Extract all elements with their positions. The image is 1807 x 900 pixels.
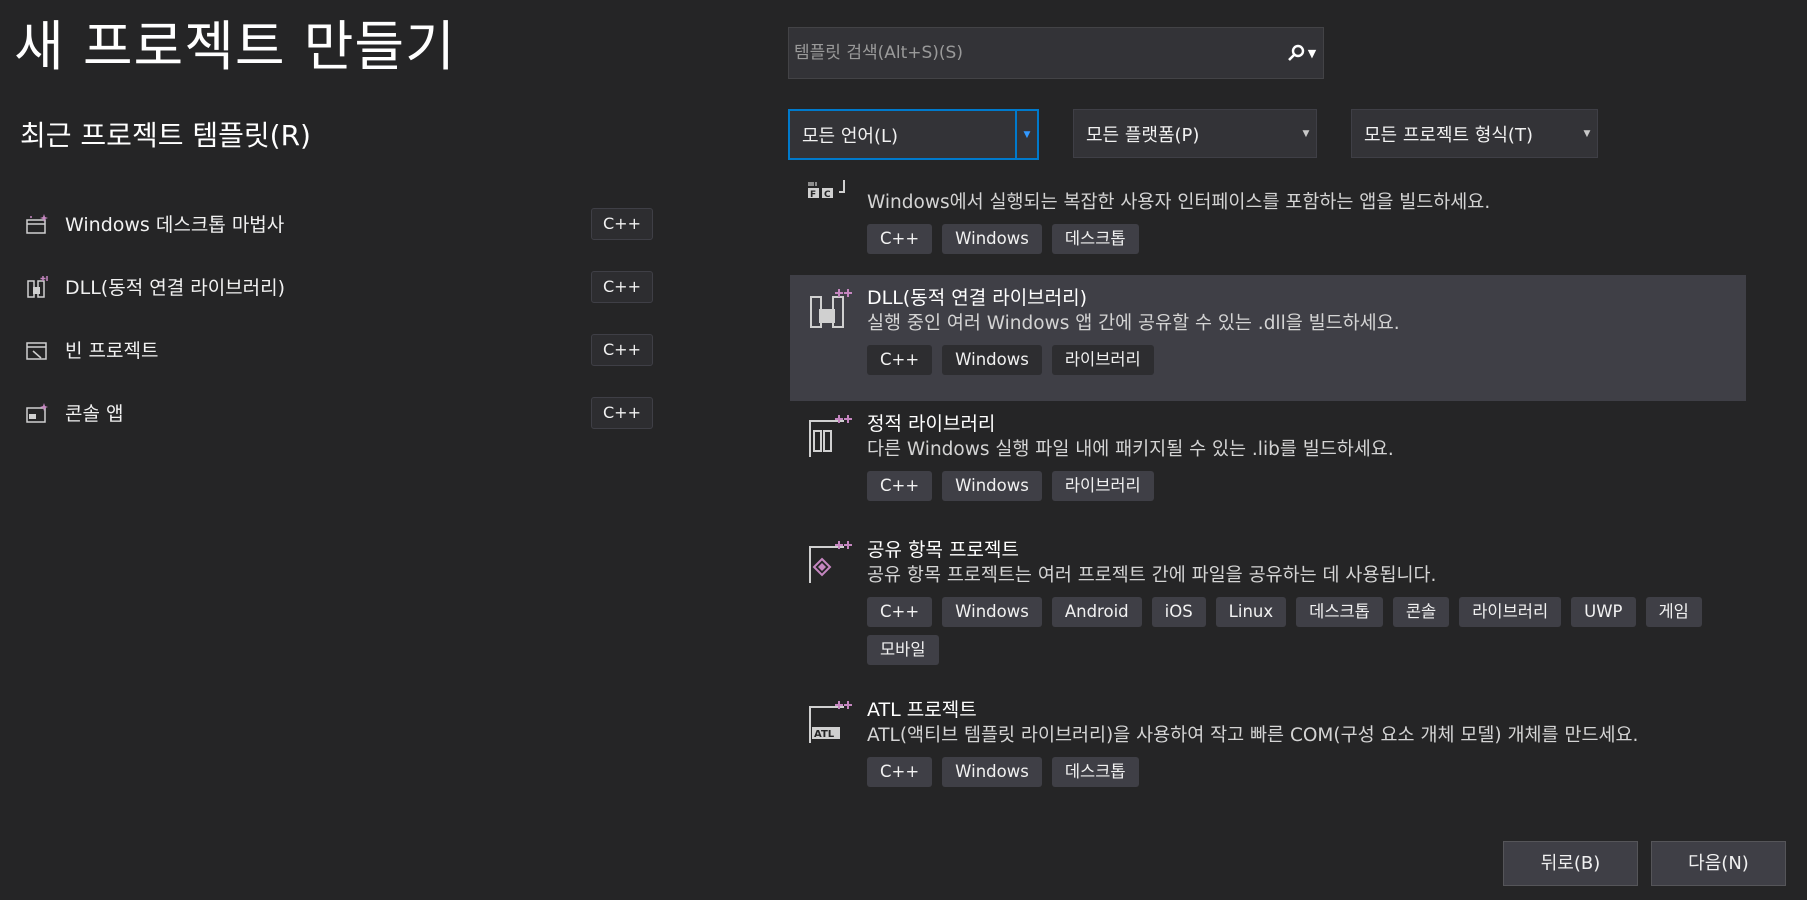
tag: C++ (867, 224, 933, 254)
language-tag: C++ (591, 270, 653, 303)
tag: Windows (942, 345, 1042, 375)
template-search-input[interactable] (789, 27, 1279, 79)
project-type-filter-dropdown[interactable]: 모든 프로젝트 형식(T) ▼ (1351, 109, 1598, 158)
tag: 데스크톱 (1296, 597, 1383, 627)
tag: iOS (1151, 597, 1206, 627)
tag: 데스크톱 (1051, 224, 1139, 254)
search-icon[interactable]: ▼ (1279, 28, 1323, 78)
tag: Windows (942, 597, 1042, 627)
template-name: 공유 항목 프로젝트 (867, 539, 1019, 561)
recent-templates-heading: 최근 프로젝트 템플릿(R) (20, 119, 311, 152)
template-name: DLL(동적 연결 라이브러리) (867, 287, 1088, 309)
mfc-icon: FC (808, 180, 854, 226)
template-tags: C++ Windows 라이브러리 (867, 471, 1727, 501)
shared-items-icon (808, 539, 854, 585)
tag: Android (1051, 597, 1142, 627)
template-description: 다른 Windows 실행 파일 내에 패키지될 수 있는 .lib를 빌드하세… (867, 439, 1394, 460)
dll-icon (808, 287, 854, 333)
chevron-down-icon: ▼ (1307, 46, 1317, 60)
svg-text:ATL: ATL (814, 729, 835, 740)
recent-item-label: DLL(동적 연결 라이브러리) (65, 277, 286, 299)
tag: 라이브러리 (1051, 345, 1154, 375)
empty-project-icon (24, 337, 50, 363)
language-tag: C++ (591, 333, 653, 366)
static-library-icon (808, 413, 854, 459)
template-tags: C++ Windows 데스크톱 (867, 757, 1727, 787)
chevron-down-icon: ▼ (1583, 128, 1591, 139)
tag: 게임 (1645, 597, 1702, 627)
svg-text:C: C (824, 190, 831, 200)
template-item-dll[interactable]: DLL(동적 연결 라이브러리) 실행 중인 여러 Windows 앱 간에 공… (790, 275, 1746, 401)
tag: Linux (1215, 597, 1287, 627)
template-description: Windows에서 실행되는 복잡한 사용자 인터페이스를 포함하는 앱을 빌드… (867, 192, 1491, 213)
template-description: 실행 중인 여러 Windows 앱 간에 공유할 수 있는 .dll을 빌드하… (867, 313, 1400, 334)
template-item-static-library[interactable]: 정적 라이브러리 다른 Windows 실행 파일 내에 패키지될 수 있는 .… (790, 401, 1746, 527)
recent-item-label: 콘솔 앱 (65, 403, 124, 425)
console-app-icon (24, 400, 50, 426)
recent-item-empty-project[interactable]: 빈 프로젝트 C++ (20, 318, 653, 381)
create-new-project-page: 새 프로젝트 만들기 최근 프로젝트 템플릿(R) Windows 데스크톱 마… (0, 0, 1807, 900)
tag: 데스크톱 (1051, 757, 1139, 787)
atl-icon: ATL (808, 699, 854, 745)
recent-item-console-app[interactable]: 콘솔 앱 C++ (20, 381, 653, 444)
language-filter-dropdown[interactable]: 모든 언어(L) ▼ (788, 109, 1039, 160)
tag: C++ (867, 471, 933, 501)
template-item-shared-items-project[interactable]: 공유 항목 프로젝트 공유 항목 프로젝트는 여러 프로젝트 간에 파일을 공유… (790, 527, 1746, 687)
tag: 라이브러리 (1051, 471, 1154, 501)
language-tag: C++ (591, 396, 653, 429)
chevron-down-icon: ▼ (1015, 111, 1037, 158)
template-item-mfc-app[interactable]: FC Windows에서 실행되는 복잡한 사용자 인터페이스를 포함하는 앱을… (790, 174, 1746, 267)
recent-item-label: Windows 데스크톱 마법사 (65, 214, 285, 236)
template-tags: C++ Windows 라이브러리 (867, 345, 1727, 375)
template-name: 정적 라이브러리 (867, 413, 996, 435)
language-tag: C++ (591, 207, 653, 240)
language-filter-label: 모든 언어(L) (802, 125, 899, 147)
back-button[interactable]: 뒤로(B) (1503, 841, 1638, 886)
next-button[interactable]: 다음(N) (1651, 841, 1786, 886)
template-description: ATL(액티브 템플릿 라이브러리)을 사용하여 작고 빠른 COM(구성 요소… (867, 725, 1639, 746)
project-type-filter-label: 모든 프로젝트 형식(T) (1364, 124, 1533, 146)
tag: C++ (867, 597, 933, 627)
tag: Windows (942, 224, 1042, 254)
chevron-down-icon: ▼ (1302, 128, 1310, 139)
desktop-wizard-icon (24, 211, 50, 237)
tag: C++ (867, 345, 933, 375)
template-tags: C++ Windows Android iOS Linux 데스크톱 콘솔 라이… (867, 597, 1727, 665)
tag: 모바일 (867, 635, 939, 665)
recent-item-dll[interactable]: DLL(동적 연결 라이브러리) C++ (20, 255, 653, 318)
recent-item-label: 빈 프로젝트 (65, 340, 159, 362)
recent-item-windows-desktop-wizard[interactable]: Windows 데스크톱 마법사 C++ (20, 192, 653, 255)
dll-icon (24, 274, 50, 300)
page-title: 새 프로젝트 만들기 (14, 15, 456, 78)
svg-text:F: F (810, 190, 816, 200)
template-search-box[interactable]: ▼ (788, 27, 1324, 79)
platform-filter-dropdown[interactable]: 모든 플랫폼(P) ▼ (1073, 109, 1317, 158)
tag: Windows (942, 757, 1042, 787)
template-name: ATL 프로젝트 (867, 699, 977, 721)
template-tags: C++ Windows 데스크톱 (867, 224, 1727, 254)
template-item-atl-project[interactable]: ATL ATL 프로젝트 ATL(액티브 템플릿 라이브러리)을 사용하여 작고… (790, 687, 1746, 813)
tag: UWP (1571, 597, 1636, 627)
recent-templates-list: Windows 데스크톱 마법사 C++ DLL(동적 연결 라이브러리) C+… (20, 192, 653, 444)
platform-filter-label: 모든 플랫폼(P) (1086, 124, 1200, 146)
template-list: FC Windows에서 실행되는 복잡한 사용자 인터페이스를 포함하는 앱을… (790, 174, 1746, 813)
tag: 라이브러리 (1459, 597, 1562, 627)
tag: Windows (942, 471, 1042, 501)
template-description: 공유 항목 프로젝트는 여러 프로젝트 간에 파일을 공유하는 데 사용됩니다. (867, 565, 1437, 586)
tag: C++ (867, 757, 933, 787)
tag: 콘솔 (1392, 597, 1450, 627)
